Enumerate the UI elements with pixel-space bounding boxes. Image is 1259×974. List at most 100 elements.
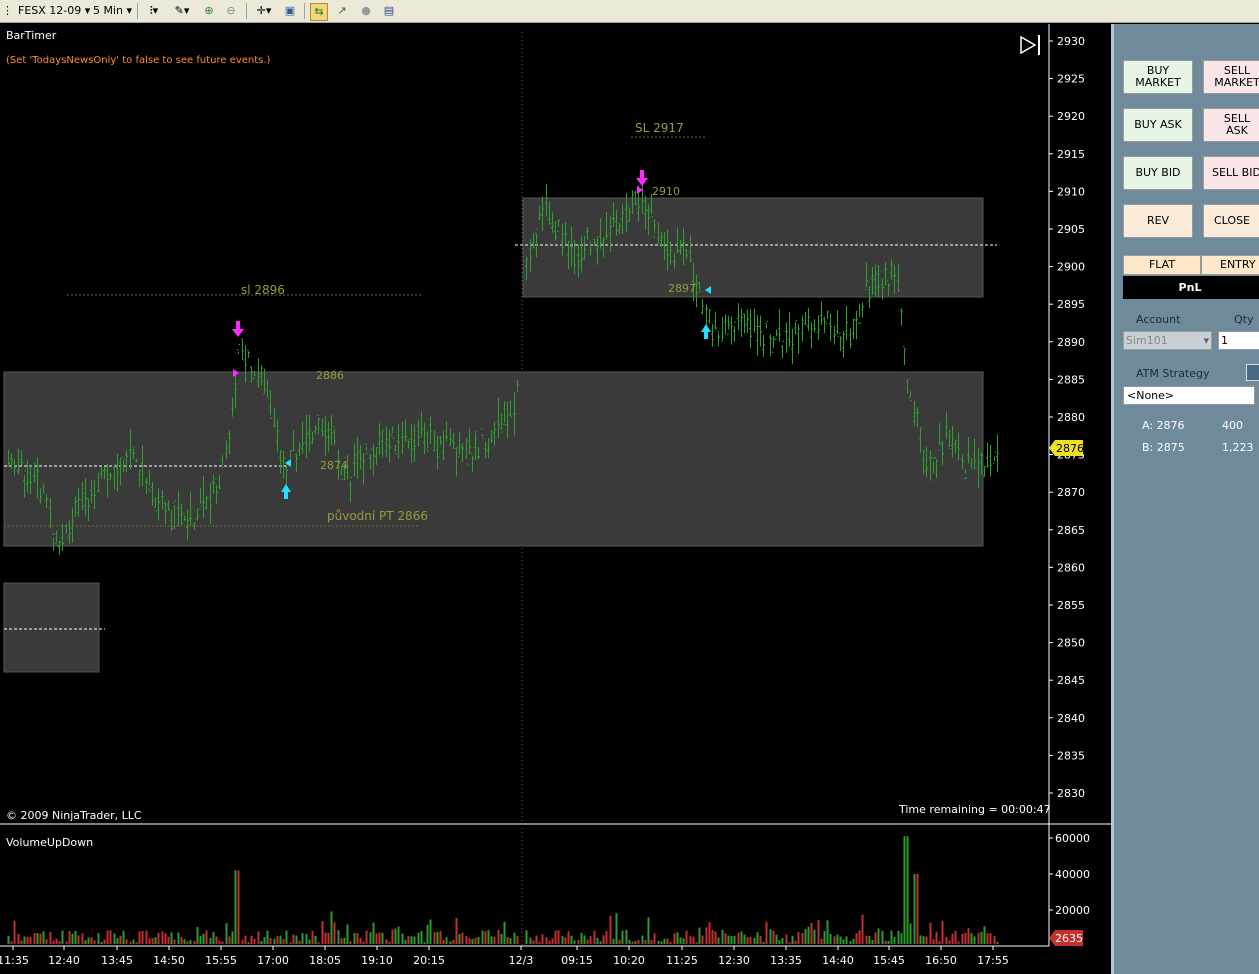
volume-axis-ticks: 60000 40000 20000 (1049, 832, 1090, 917)
indicators-icon[interactable]: ↗ (334, 3, 350, 19)
sell-bid-button[interactable]: SELL BID (1203, 156, 1259, 190)
toolbar-divider (304, 3, 305, 19)
data-box-icon[interactable]: ▤ (381, 3, 397, 19)
qty-label: Qty (1234, 313, 1254, 326)
price-tick-label: 2850 (1057, 637, 1085, 650)
price-tick-label: 2905 (1057, 223, 1085, 236)
price-tick-label: 2890 (1057, 336, 1085, 349)
strategies-icon[interactable]: ● (358, 3, 374, 19)
close-button[interactable]: CLOSE (1203, 204, 1259, 238)
grip-icon: ⋮ (2, 4, 13, 17)
ask-price: A: 2876 (1142, 419, 1185, 432)
time-tick-label: 12/3 (509, 954, 534, 967)
account-select[interactable]: Sim101 ▾ (1123, 331, 1212, 350)
time-remaining: Time remaining = 00:00:47 (898, 803, 1051, 816)
time-tick-label: 15:45 (873, 954, 905, 967)
bid-price: B: 2875 (1142, 441, 1185, 454)
drawing-tool-icon[interactable]: ✎▾ (170, 3, 194, 19)
zone-lower (3, 582, 100, 673)
time-tick-label: 18:05 (309, 954, 341, 967)
time-tick-label: 09:15 (561, 954, 593, 967)
bar-timer-play-icon[interactable] (1020, 35, 1040, 55)
position-flat-cell: FLAT (1123, 255, 1201, 275)
price-chart[interactable]: 2930 2925 2920 2915 2910 2905 2900 2895 2890 2885… (0, 24, 1111, 974)
time-tick-label: 15:55 (205, 954, 237, 967)
time-tick-label: 16:50 (925, 954, 957, 967)
time-tick-label: 17:00 (257, 954, 289, 967)
sell-market-button[interactable]: SELL MARKET (1203, 60, 1259, 94)
annotation-2874: 2874 (320, 459, 348, 472)
price-tick-label: 2830 (1057, 787, 1085, 800)
zone-main (3, 371, 984, 547)
crosshair-icon[interactable]: ✛▾ (252, 3, 276, 19)
price-axis-ticks: 2930 2925 2920 2915 2910 2905 2900 2895 2890 2885… (1049, 35, 1085, 800)
price-tick-label: 2880 (1057, 411, 1085, 424)
qty-value: 1 (1221, 334, 1228, 347)
atm-options-button[interactable] (1246, 364, 1259, 381)
close-label: CLOSE (1214, 214, 1251, 227)
price-tick-label: 2900 (1057, 261, 1085, 274)
period-label: 5 Min (93, 4, 124, 17)
price-tick-label: 2845 (1057, 674, 1085, 687)
buy-market-button[interactable]: BUY MARKET (1123, 60, 1193, 94)
time-tick-label: 13:35 (770, 954, 802, 967)
annotation-sl-2896: sl 2896 (241, 283, 285, 297)
sell-ask-label: SELL ASK (1223, 112, 1251, 137)
buy-ask-label: BUY ASK (1134, 118, 1182, 131)
sell-arrow-2 (636, 170, 648, 186)
current-volume-label: 2635 (1055, 932, 1083, 945)
zoom-out-icon[interactable]: ⊖ (223, 3, 239, 19)
time-tick-label: 14:50 (153, 954, 185, 967)
period-selector[interactable]: 5 Min ▾ (93, 3, 132, 19)
chart-trader-icon[interactable]: ⇆ (310, 3, 328, 21)
price-tick-label: 2870 (1057, 486, 1085, 499)
time-tick-label: 12:30 (718, 954, 750, 967)
buy-ask-button[interactable]: BUY ASK (1123, 108, 1193, 142)
sell-market-label: SELL MARKET (1214, 64, 1259, 89)
qty-input[interactable]: 1 (1218, 331, 1259, 350)
buy-market-label: BUY MARKET (1135, 64, 1181, 89)
atm-strategy-select[interactable]: <None> (1123, 386, 1255, 405)
buy-bid-button[interactable]: BUY BID (1123, 156, 1193, 190)
price-tick-label: 2925 (1057, 73, 1085, 86)
time-tick-label: 12:40 (48, 954, 80, 967)
zoom-in-icon[interactable]: ⊕ (201, 3, 217, 19)
sell-ask-button[interactable]: SELL ASK (1203, 108, 1259, 142)
indicator-title: BarTimer (6, 29, 57, 42)
bid-size: 1,223 (1222, 441, 1254, 454)
time-tick-label: 10:20 (613, 954, 645, 967)
time-tick-label: 19:10 (361, 954, 393, 967)
instrument-label: FESX 12-09 (18, 4, 82, 17)
buy-arrow-2 (701, 324, 711, 339)
buy-bid-label: BUY BID (1135, 166, 1181, 179)
price-tick-label: 2930 (1057, 35, 1085, 48)
annotation-2910: 2910 (652, 185, 680, 198)
copyright-text: © 2009 NinjaTrader, LLC (6, 809, 142, 822)
reverse-label: REV (1146, 214, 1170, 227)
chart-canvas[interactable]: 2930 2925 2920 2915 2910 2905 2900 2895 2890 2885… (0, 24, 1111, 974)
time-tick-label: 17:55 (977, 954, 1009, 967)
sell-bid-label: SELL BID (1212, 166, 1259, 179)
annotation-sl-2917: SL 2917 (635, 121, 684, 135)
price-tick-label: 2895 (1057, 298, 1085, 311)
properties-icon[interactable]: ▣ (282, 3, 298, 19)
chevron-down-icon: ▾ (1203, 334, 1209, 347)
bar-type-icon[interactable]: ⫶▾ (143, 3, 165, 19)
atm-strategy-value: <None> (1127, 389, 1175, 402)
time-tick-label: 11:25 (666, 954, 698, 967)
current-price-label: 2876 (1056, 442, 1084, 455)
annotation-pt-2866: původní PT 2866 (327, 509, 428, 523)
zone-upper (522, 197, 984, 298)
annotation-2897: 2897 (668, 282, 696, 295)
toolbar-divider (246, 3, 247, 19)
position-entry-cell: ENTRY (1201, 255, 1259, 275)
ask-size: 400 (1222, 419, 1243, 432)
reverse-button[interactable]: REV (1123, 204, 1193, 238)
price-tick-label: 2865 (1057, 524, 1085, 537)
volume-tick-label: 40000 (1055, 868, 1090, 881)
toolbar-divider (137, 3, 138, 19)
instrument-selector[interactable]: FESX 12-09 ▾ (18, 3, 90, 19)
account-label: Account (1136, 313, 1181, 326)
time-tick-label: 13:45 (101, 954, 133, 967)
sell-arrow-1 (232, 321, 244, 337)
